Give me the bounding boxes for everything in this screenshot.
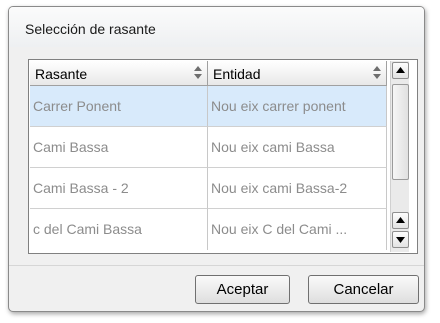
table-row[interactable]: Carrer Ponent Nou eix carrer ponent — [30, 86, 387, 127]
button-bar-divider — [9, 265, 424, 266]
arrow-up-icon — [396, 217, 405, 223]
dialog-title: Selección de rasante — [25, 21, 156, 37]
scroll-down-button[interactable] — [392, 231, 409, 248]
scroll-up-button-lower[interactable] — [392, 212, 409, 229]
table-row[interactable]: Cami Bassa - 2 Nou eix cami Bassa-2 — [30, 168, 387, 209]
cell-rasante[interactable]: Carrer Ponent — [30, 86, 208, 127]
column-header-entidad[interactable]: Entidad — [208, 61, 387, 86]
cell-rasante[interactable]: Cami Bassa — [30, 127, 208, 168]
scroll-up-button[interactable] — [392, 62, 409, 79]
cell-rasante[interactable]: c del Cami Bassa — [30, 209, 208, 250]
column-header-label: Entidad — [213, 66, 261, 82]
scroll-thumb[interactable] — [392, 84, 409, 180]
table-row[interactable]: c del Cami Bassa Nou eix C del Cami ... — [30, 209, 387, 253]
column-header-rasante[interactable]: Rasante — [30, 61, 208, 86]
arrow-up-icon — [396, 67, 405, 73]
dialog-window: Selección de rasante Rasante Entidad Car… — [8, 6, 425, 312]
cell-entidad[interactable]: Nou eix cami Bassa — [208, 127, 387, 168]
sort-icon — [194, 66, 202, 79]
column-header-label: Rasante — [35, 66, 88, 82]
cell-rasante[interactable]: Cami Bassa - 2 — [30, 168, 208, 209]
arrow-down-icon — [396, 237, 405, 243]
sort-icon — [373, 66, 381, 79]
cancel-button[interactable]: Cancelar — [308, 275, 419, 304]
cell-entidad[interactable]: Nou eix C del Cami ... — [208, 209, 387, 250]
accept-button[interactable]: Aceptar — [195, 275, 290, 304]
table-row[interactable]: Cami Bassa Nou eix cami Bassa — [30, 127, 387, 168]
cell-entidad[interactable]: Nou eix carrer ponent — [208, 86, 387, 127]
rasante-table: Rasante Entidad Carrer Ponent Nou eix ca… — [28, 59, 418, 254]
cell-entidad[interactable]: Nou eix cami Bassa-2 — [208, 168, 387, 209]
title-bar[interactable]: Selección de rasante — [9, 7, 424, 47]
vertical-scrollbar[interactable] — [390, 61, 409, 252]
